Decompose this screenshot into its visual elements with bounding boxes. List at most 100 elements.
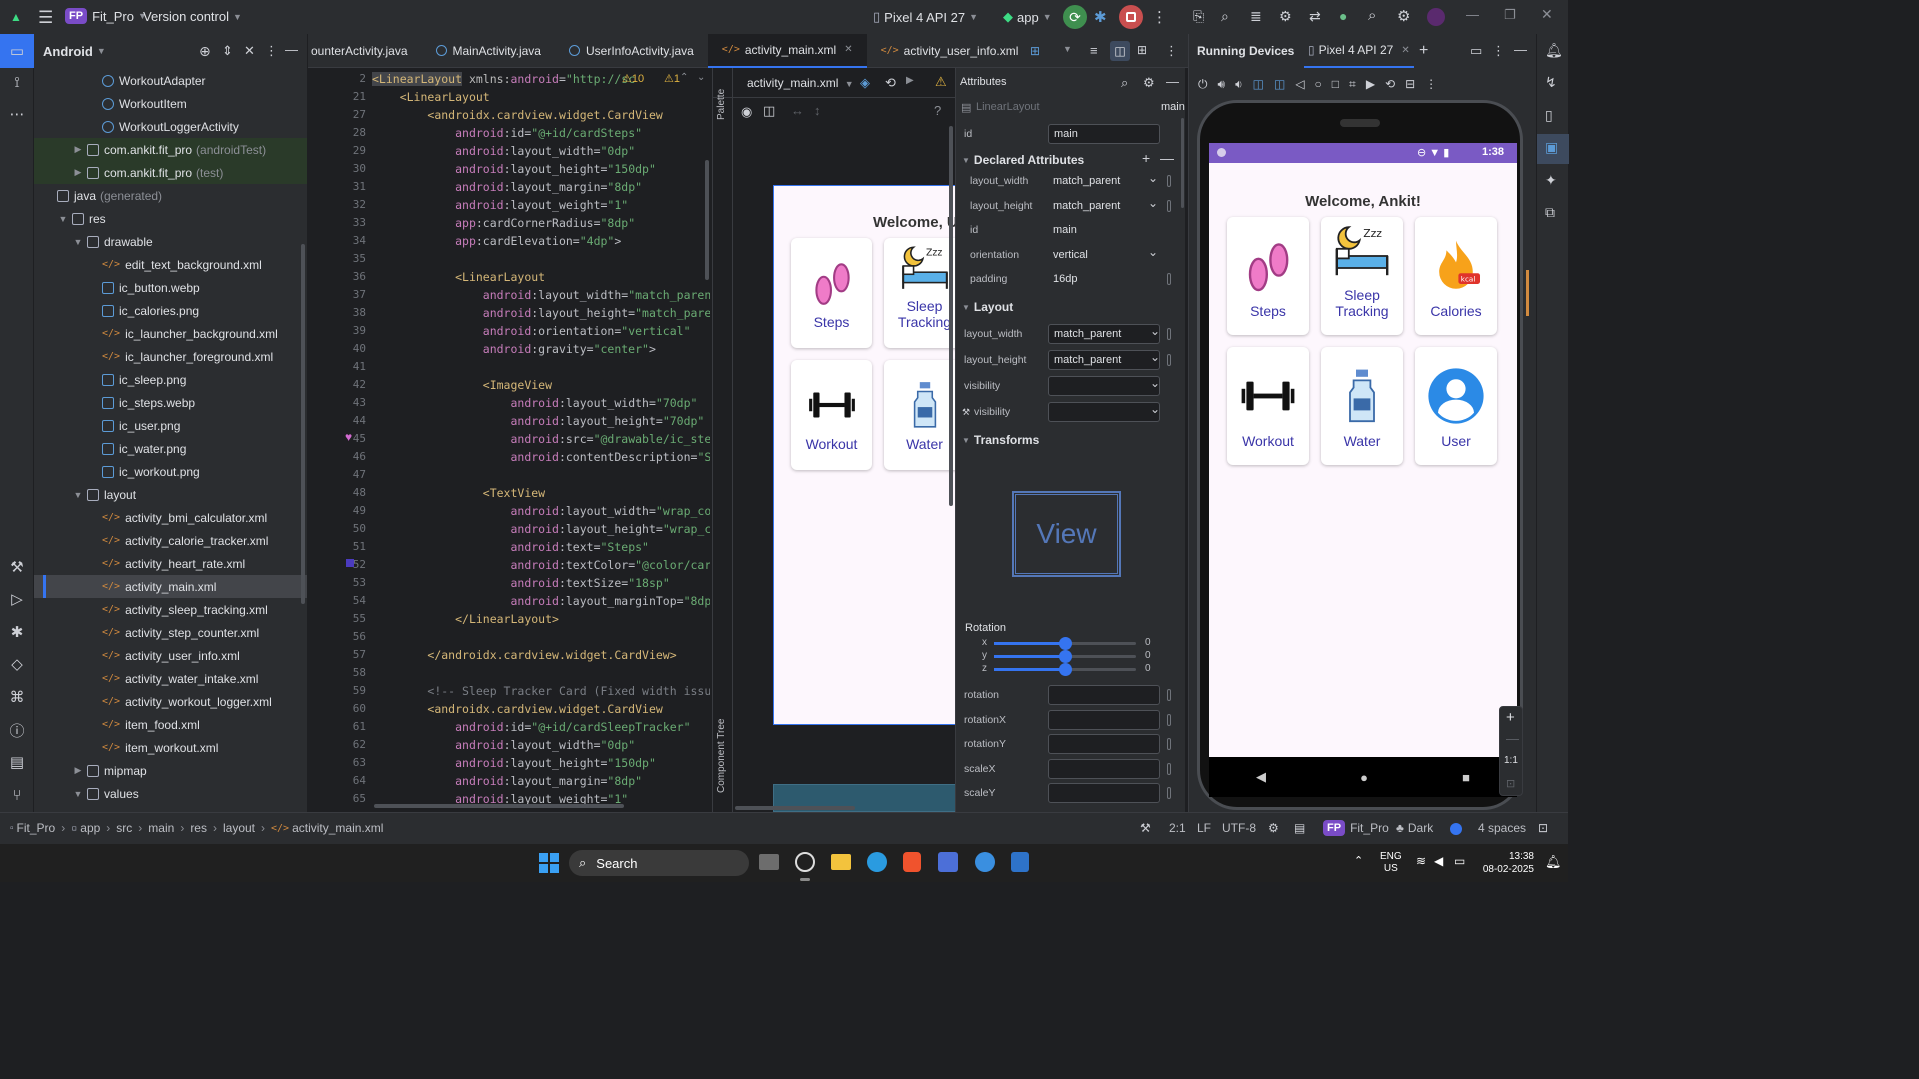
code-view-icon[interactable]: ≡ [1090, 43, 1098, 58]
preview-card-workout[interactable]: Workout [791, 360, 872, 470]
phone-card-user[interactable]: User [1415, 347, 1497, 465]
tree-item[interactable]: </> activity_heart_rate.xml [34, 552, 307, 575]
ai-assist-icon[interactable]: ✦ [1545, 172, 1557, 189]
chevron-down-icon[interactable]: ⌄ [1148, 171, 1158, 185]
debug-icon[interactable]: ✱ [1094, 8, 1107, 26]
rotation-slider-thumb[interactable] [1059, 650, 1072, 663]
breadcrumb-item[interactable]: activity_main.xml [292, 821, 383, 835]
chevron-down-icon[interactable]: ▼ [1063, 44, 1072, 54]
notification-bell-icon[interactable]: 🔔︎ [1545, 854, 1562, 870]
home-icon[interactable]: ○ [1315, 77, 1322, 91]
code-line[interactable]: android:layout_margin="8dp" [372, 178, 710, 196]
apply-changes-button[interactable]: ⟳ [1063, 5, 1087, 29]
rotation-slider-track[interactable] [994, 637, 1136, 650]
code-line[interactable]: android:layout_weight="1" [372, 196, 710, 214]
code-line[interactable] [372, 358, 710, 376]
zoom-out-icon[interactable]: — [1506, 731, 1519, 746]
transform-input[interactable] [1048, 709, 1160, 730]
indent-setting[interactable]: 4 spaces [1478, 821, 1526, 835]
tree-item[interactable]: WorkoutItem [34, 92, 307, 115]
prev-problem-icon[interactable]: ⌃ [680, 72, 688, 83]
attribute-value[interactable]: main [1048, 220, 1160, 240]
code-line[interactable]: </androidx.cardview.widget.CardView> [372, 646, 710, 664]
phone-card-calories[interactable]: kcal Calories [1415, 217, 1497, 335]
wifi-icon[interactable]: ≋ [1416, 854, 1426, 868]
folder-icon[interactable]: ▭ [7, 41, 27, 61]
transform-input[interactable] [1048, 685, 1160, 705]
code-line[interactable]: android:layout_width="match_parent" [372, 286, 710, 304]
windows-start-icon[interactable] [539, 853, 559, 873]
tree-item[interactable]: </> activity_main.xml [34, 575, 307, 598]
project-status[interactable]: FP Fit_Pro [1323, 820, 1389, 836]
code-line[interactable]: android:layout_width="0dp" [372, 142, 710, 160]
code-line[interactable]: android:id="@+id/cardSleepTracker" [372, 718, 710, 736]
attribute-dropdown[interactable] [1048, 402, 1160, 422]
rotation-slider-thumb[interactable] [1059, 663, 1072, 676]
locate-icon[interactable]: ⊕ [199, 43, 211, 60]
inspection-icon[interactable]: ⚙ [1268, 821, 1279, 835]
clock[interactable]: 13:38 08-02-2025 [1482, 850, 1534, 876]
remove-attribute-icon[interactable]: — [1160, 150, 1174, 166]
phone-card-water[interactable]: Water [1321, 347, 1403, 465]
more-actions-icon[interactable]: ⋮ [1152, 8, 1167, 26]
zoom-1-1[interactable]: 1:1 [1504, 755, 1518, 766]
search-icon[interactable]: ⌕ [1368, 7, 1376, 24]
resource-picker-icon[interactable] [1167, 713, 1171, 726]
code-line[interactable]: android:layout_width="70dp" [372, 394, 710, 412]
edge-icon[interactable] [867, 852, 887, 872]
code-line[interactable]: android:layout_height="150dp" [372, 160, 710, 178]
code-line[interactable]: </LinearLayout> [372, 610, 710, 628]
rotation-slider-track[interactable] [994, 663, 1136, 676]
declared-attribute-row[interactable]: layout_width match_parent ⌄ [956, 169, 1186, 193]
resource-picker-icon[interactable] [1167, 689, 1171, 701]
tree-item[interactable]: </> activity_sleep_tracking.xml [34, 598, 307, 621]
battery-icon[interactable]: ▭ [1454, 854, 1465, 868]
code-line[interactable]: android:layout_width="0dp" [372, 736, 710, 754]
editor-tab[interactable]: ounterActivity.java [308, 34, 422, 68]
search-icon[interactable]: ⌕ [1121, 75, 1128, 91]
snapshot-icon[interactable]: ⟲ [1385, 77, 1395, 91]
chevron-down-icon[interactable]: ▼ [72, 237, 84, 247]
nav-recents-icon[interactable]: ■ [1462, 770, 1470, 785]
layout-file-selector[interactable]: activity_main.xml ▼ [747, 76, 854, 90]
editor-tab[interactable]: </> activity_user_info.xml [867, 34, 1033, 68]
component-tree-tab[interactable]: Component Tree [716, 713, 727, 794]
attribute-dropdown[interactable] [1048, 376, 1160, 396]
gemini-icon[interactable]: ● [1339, 8, 1347, 24]
resource-picker-icon[interactable] [1167, 738, 1171, 750]
breadcrumb-item[interactable]: Fit_Pro [17, 821, 56, 835]
phone-card-steps[interactable]: Steps [1227, 217, 1309, 335]
tree-item[interactable]: WorkoutLoggerActivity [34, 115, 307, 138]
code-line[interactable]: android:layout_height="150dp" [372, 754, 710, 772]
resource-picker-icon[interactable] [1167, 328, 1171, 340]
chevron-right-icon[interactable]: ▶ [906, 75, 914, 86]
chevron-down-icon[interactable]: ⌄ [1148, 245, 1158, 259]
code-line[interactable]: android:layout_height="wrap_cont [372, 520, 710, 538]
tree-item[interactable]: java (generated) [34, 184, 307, 207]
screenshot-icon[interactable]: ⌗ [1349, 77, 1356, 92]
chevron-right-icon[interactable]: ▶ [72, 765, 84, 776]
running-devices-scroll[interactable] [1526, 270, 1529, 316]
tree-item[interactable]: ▶ mipmap [34, 759, 307, 782]
problems-icon[interactable]: ⓘ [7, 720, 27, 740]
hide-icon[interactable]: — [285, 42, 298, 57]
chevron-down-icon[interactable]: ⌄ [1150, 350, 1160, 364]
breadcrumb-item[interactable]: res [190, 821, 207, 835]
declared-attributes-header[interactable]: ▼ Declared Attributes [956, 149, 1186, 171]
tree-item[interactable]: </> item_food.xml [34, 713, 307, 736]
breadcrumb-item[interactable]: main [148, 821, 174, 835]
rotation-slider-track[interactable] [994, 650, 1136, 663]
chevron-down-icon[interactable]: ⌄ [1150, 324, 1160, 338]
file-explorer-icon[interactable] [831, 854, 851, 870]
transform-field-row[interactable]: rotationX [956, 708, 1186, 732]
code-line[interactable]: android:textColor="@color/card_t [372, 556, 710, 574]
code-line[interactable]: android:src="@drawable/ic_steps" [372, 430, 710, 448]
breadcrumb-item[interactable]: src [116, 821, 132, 835]
attribute-value[interactable]: match_parent [1048, 196, 1160, 216]
code-line[interactable]: android:contentDescription="Step [372, 448, 710, 466]
blueprint-icon[interactable]: ◫ [763, 103, 775, 119]
chevron-down-icon[interactable]: ▼ [72, 490, 84, 500]
tree-item[interactable]: ▶ com.ankit.fit_pro (androidTest) [34, 138, 307, 161]
design-h-scrollbar[interactable] [735, 806, 855, 810]
design-mode-icon[interactable]: ◈ [860, 75, 870, 91]
